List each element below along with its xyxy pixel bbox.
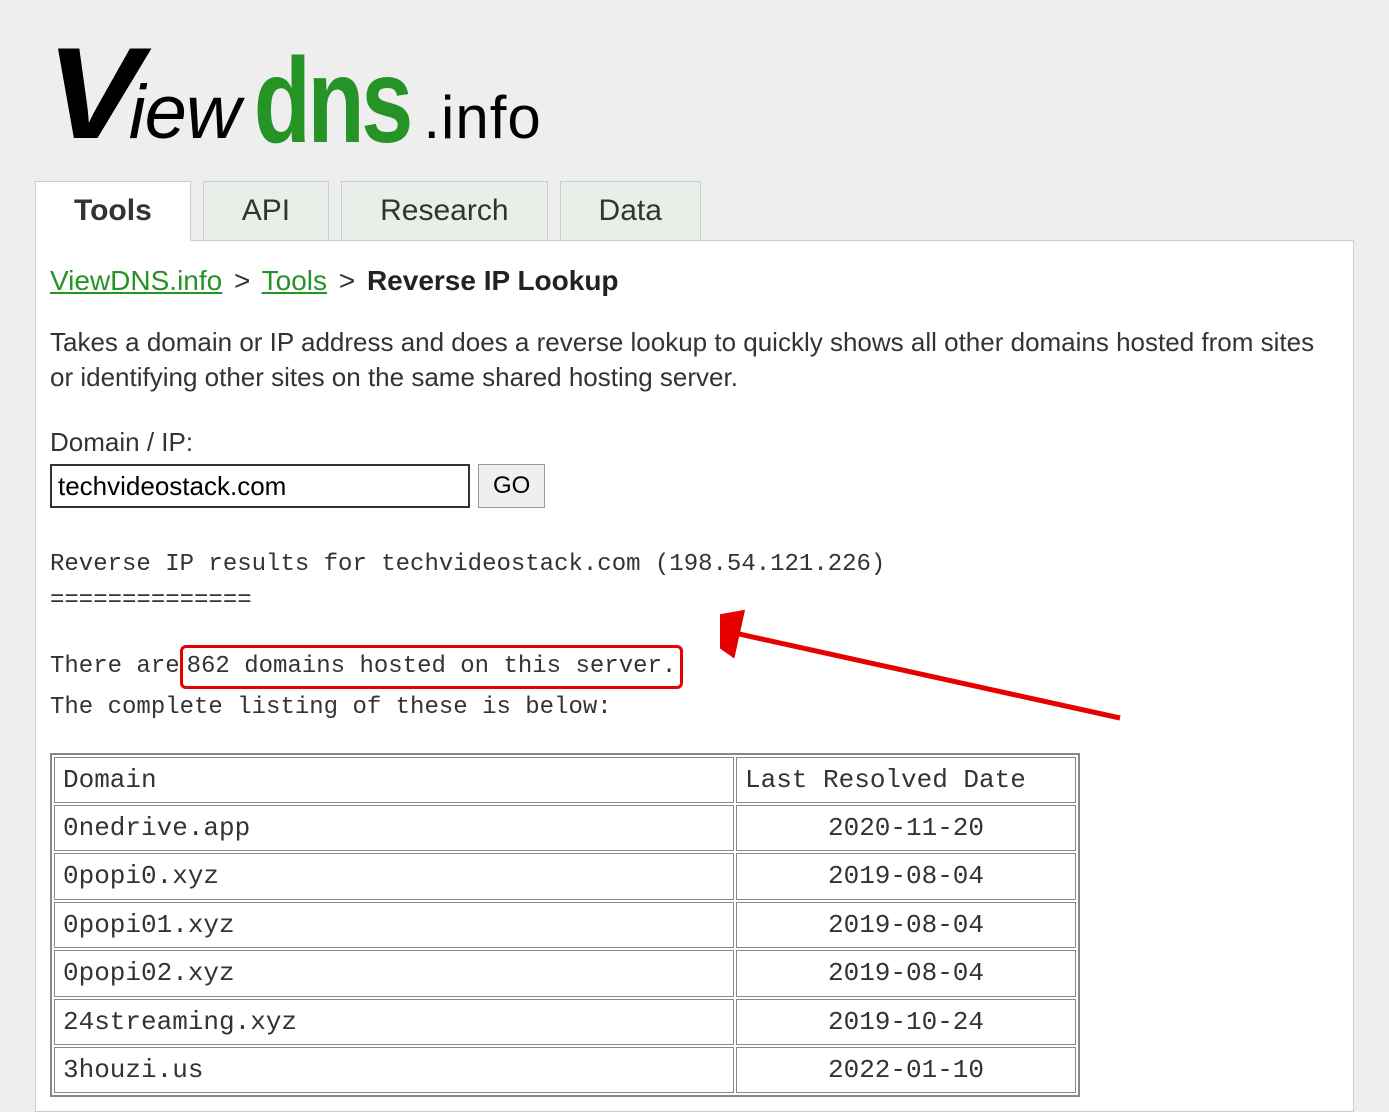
cell-domain: 3houzi.us (54, 1047, 734, 1093)
go-button[interactable]: GO (478, 464, 545, 508)
breadcrumb: ViewDNS.info > Tools > Reverse IP Lookup (50, 265, 1339, 297)
results-listing-intro: The complete listing of these is below: (50, 691, 1339, 725)
domain-input[interactable] (50, 464, 470, 508)
cell-date: 2019-08-04 (736, 902, 1076, 948)
tool-description: Takes a domain or IP address and does a … (50, 325, 1339, 395)
breadcrumb-current: Reverse IP Lookup (367, 265, 619, 296)
table-row: 0nedrive.app 2020-11-20 (54, 805, 1076, 851)
cell-date: 2022-01-10 (736, 1047, 1076, 1093)
cell-domain: 0popi0.xyz (54, 853, 734, 899)
tab-data[interactable]: Data (560, 181, 701, 241)
logo-info: .info (423, 83, 541, 152)
cell-domain: 24streaming.xyz (54, 999, 734, 1045)
breadcrumb-tools-link[interactable]: Tools (262, 265, 327, 296)
cell-date: 2020-11-20 (736, 805, 1076, 851)
search-form: GO (50, 464, 1339, 508)
results-section: Reverse IP results for techvideostack.co… (50, 548, 1339, 1097)
logo-v: V (46, 18, 133, 168)
tab-api[interactable]: API (203, 181, 329, 241)
cell-domain: 0nedrive.app (54, 805, 734, 851)
table-row: 0popi01.xyz 2019-08-04 (54, 902, 1076, 948)
results-count-highlight: 862 domains hosted on this server. (180, 645, 684, 689)
cell-date: 2019-08-04 (736, 853, 1076, 899)
breadcrumb-home-link[interactable]: ViewDNS.info (50, 265, 222, 296)
results-divider: ============== (50, 584, 1339, 618)
cell-domain: 0popi02.xyz (54, 950, 734, 996)
table-header-row: Domain Last Resolved Date (54, 757, 1076, 803)
results-table: Domain Last Resolved Date 0nedrive.app 2… (50, 753, 1080, 1098)
results-count-prefix: There are (50, 653, 180, 680)
cell-date: 2019-10-24 (736, 999, 1076, 1045)
logo-iew: iew (129, 69, 240, 156)
breadcrumb-sep: > (234, 265, 250, 296)
site-logo: Viewdns.info (50, 18, 1354, 168)
results-header: Reverse IP results for techvideostack.co… (50, 548, 1339, 582)
tab-research[interactable]: Research (341, 181, 547, 241)
column-header-domain: Domain (54, 757, 734, 803)
table-row: 0popi02.xyz 2019-08-04 (54, 950, 1076, 996)
cell-date: 2019-08-04 (736, 950, 1076, 996)
main-tabs: Tools API Research Data (35, 180, 1354, 241)
table-row: 3houzi.us 2022-01-10 (54, 1047, 1076, 1093)
domain-input-label: Domain / IP: (50, 427, 1339, 458)
tab-tools[interactable]: Tools (35, 181, 191, 241)
table-row: 24streaming.xyz 2019-10-24 (54, 999, 1076, 1045)
main-content: ViewDNS.info > Tools > Reverse IP Lookup… (35, 241, 1354, 1112)
cell-domain: 0popi01.xyz (54, 902, 734, 948)
logo-dns: dns (254, 31, 410, 171)
table-row: 0popi0.xyz 2019-08-04 (54, 853, 1076, 899)
results-count: There are 862 domains hosted on this ser… (50, 645, 1339, 689)
breadcrumb-sep: > (339, 265, 355, 296)
column-header-date: Last Resolved Date (736, 757, 1076, 803)
